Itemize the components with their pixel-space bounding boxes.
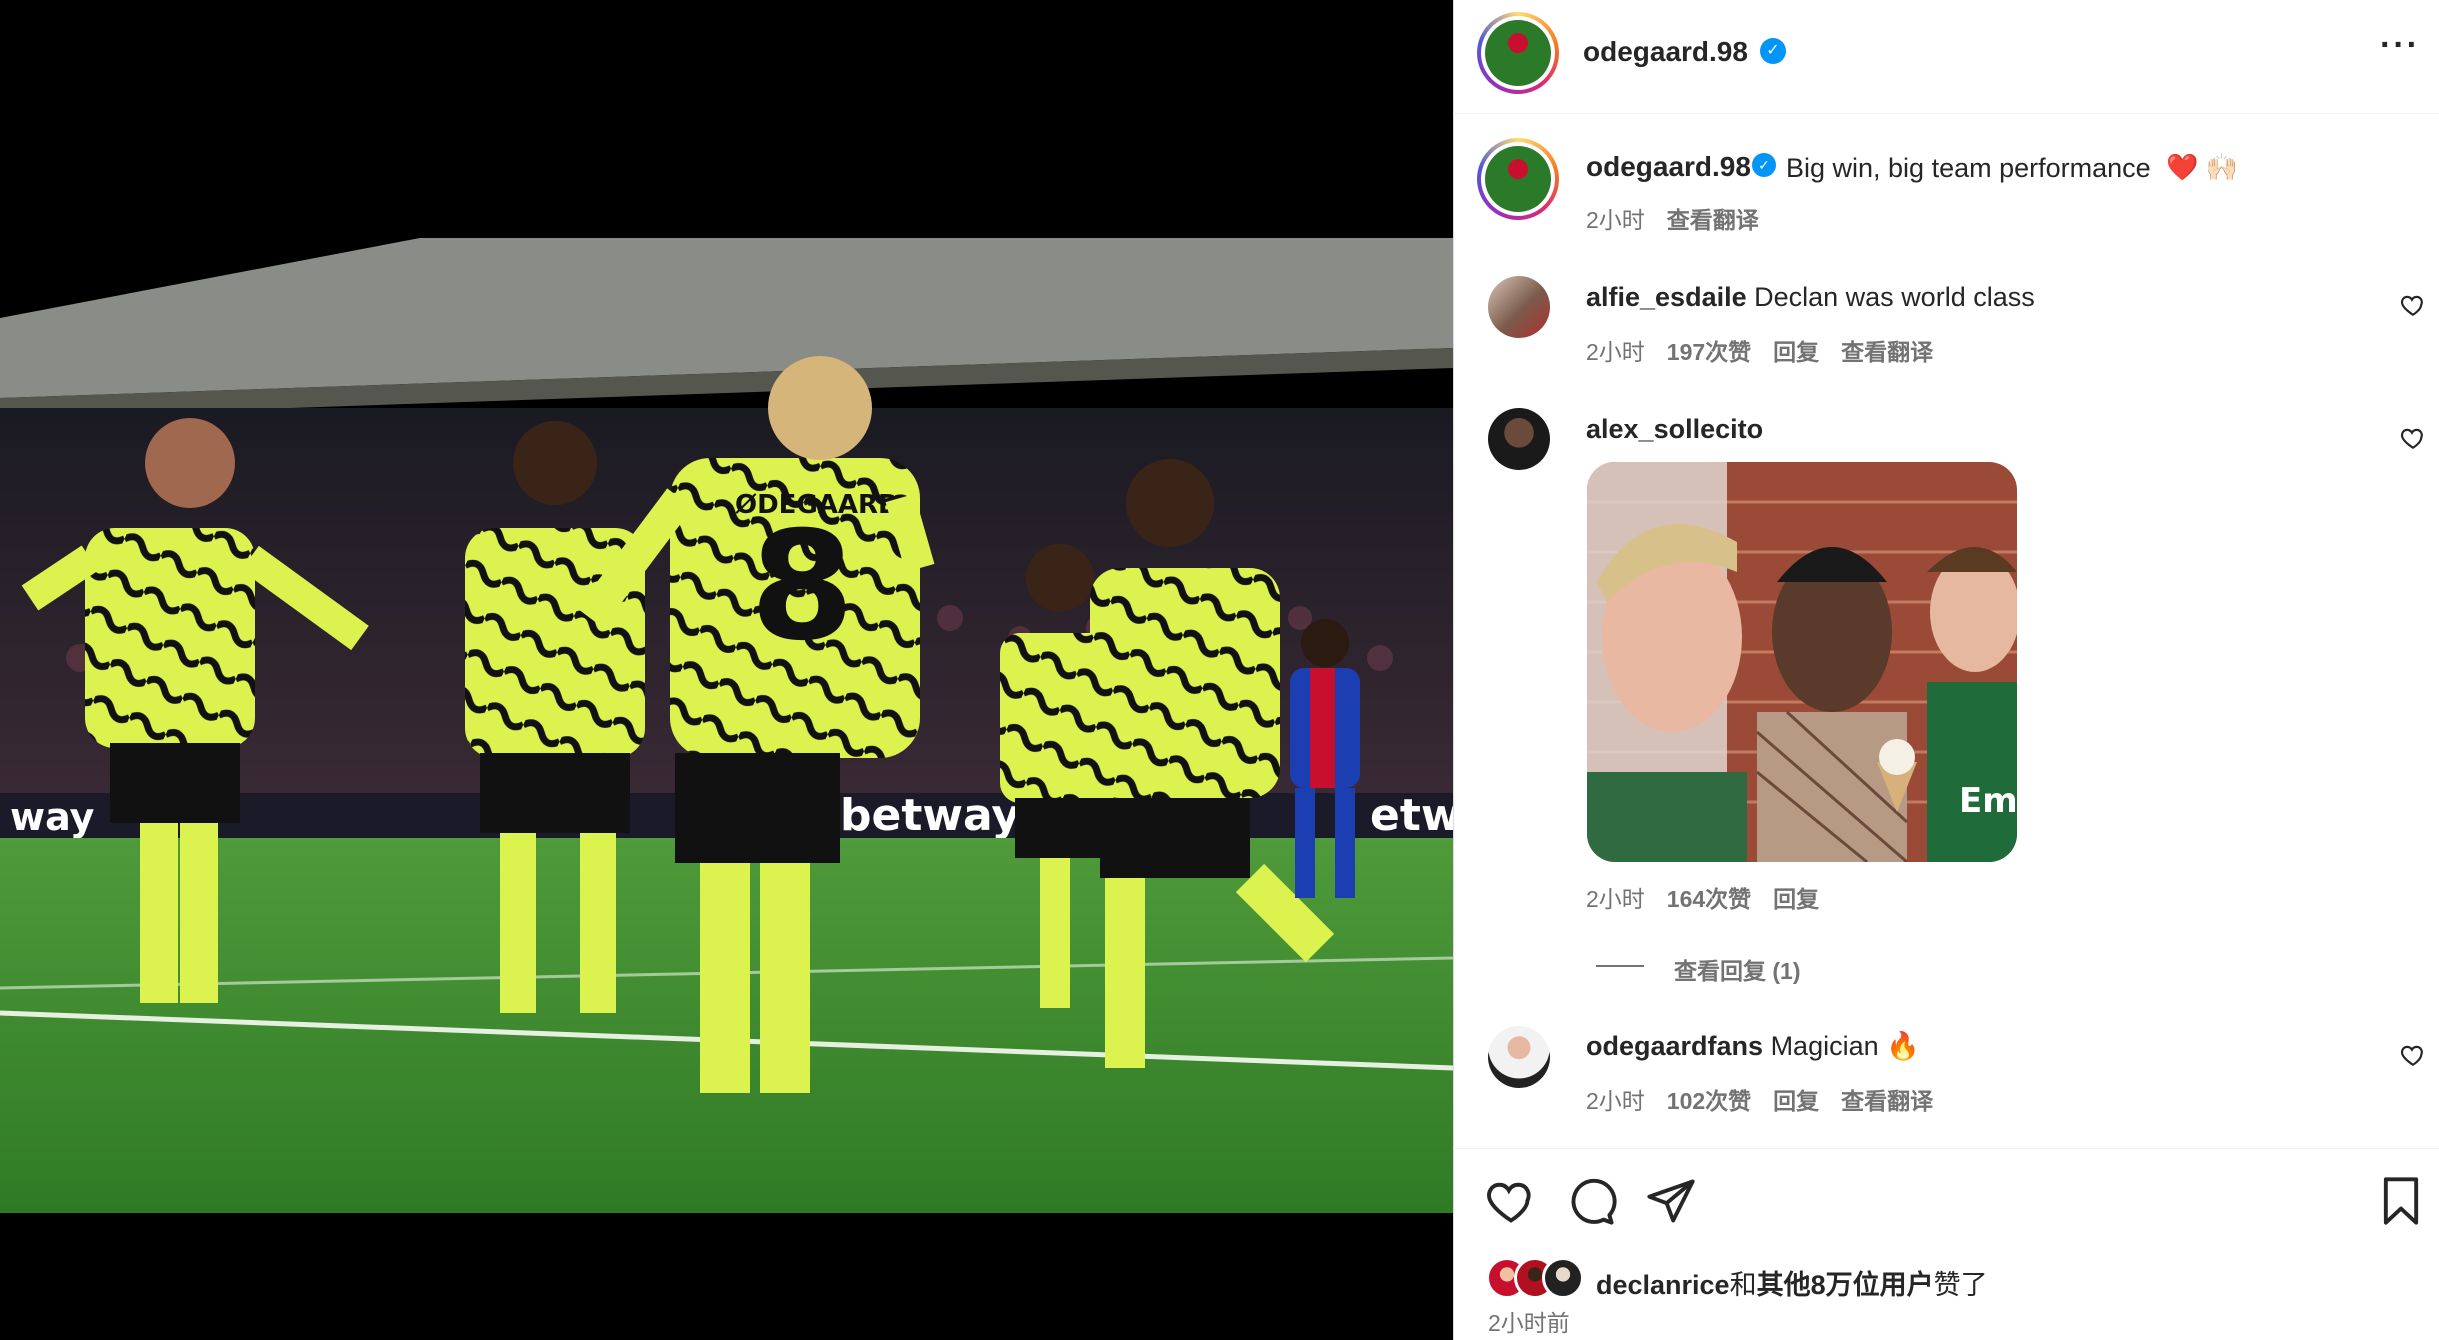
comment-time: 2小时 xyxy=(1586,339,1645,365)
heart-icon[interactable] xyxy=(2400,292,2426,318)
comment-image[interactable]: Em xyxy=(1587,462,2017,862)
comment-row: alex_sollecito xyxy=(1586,414,1763,445)
comment-username[interactable]: alex_sollecito xyxy=(1586,414,1763,444)
liked-by-avatars[interactable] xyxy=(1486,1257,1586,1299)
view-replies-line xyxy=(1596,965,1644,967)
header-divider xyxy=(1453,113,2439,114)
commenter-avatar[interactable] xyxy=(1488,276,1550,338)
svg-text:Em: Em xyxy=(1959,781,2017,821)
svg-text:way: way xyxy=(10,795,95,839)
commenter-avatar[interactable] xyxy=(1488,408,1550,470)
comment-row: alfie_esdaile Declan was world class xyxy=(1586,282,2035,313)
commenter-avatar[interactable] xyxy=(1488,1026,1550,1088)
reply-button[interactable]: 回复 xyxy=(1773,1088,1819,1114)
comment-icon[interactable] xyxy=(1565,1175,1617,1227)
heart-icon[interactable] xyxy=(2400,1042,2426,1068)
share-icon[interactable] xyxy=(1645,1175,1697,1227)
comment-text: Declan was world class xyxy=(1754,282,2035,312)
liked-by-summary: declanrice和其他8万位用户赞了 xyxy=(1596,1263,1988,1302)
comment-time: 2小时 xyxy=(1586,886,1645,912)
liked-by-others[interactable]: 其他8万位用户 xyxy=(1757,1270,1934,1300)
liked-by-user[interactable]: declanrice xyxy=(1596,1270,1730,1300)
svg-text:ØDEGAARD: ØDEGAARD xyxy=(735,490,900,520)
comment-emoji: 🔥 xyxy=(1886,1031,1920,1061)
comment-username[interactable]: alfie_esdaile xyxy=(1586,282,1747,312)
caption-emoji: ❤️ 🙌🏻 xyxy=(2166,152,2238,182)
reply-button[interactable]: 回复 xyxy=(1773,339,1819,365)
svg-text:betway: betway xyxy=(840,790,1020,841)
see-translation-link[interactable]: 查看翻译 xyxy=(1841,1088,1933,1114)
author-username[interactable]: odegaard.98 xyxy=(1583,36,1748,68)
comment-likes[interactable]: 102次赞 xyxy=(1667,1088,1751,1114)
comment-meta: 2小时 164次赞 回复 xyxy=(1586,880,1819,914)
author-avatar[interactable] xyxy=(1477,12,1559,94)
comment-time: 2小时 xyxy=(1586,1088,1645,1114)
svg-text:etwa: etwa xyxy=(1370,790,1453,841)
footer-divider xyxy=(1453,1148,2439,1149)
verified-badge-icon: ✓ xyxy=(1760,38,1786,64)
more-horizontal-icon[interactable]: ··· xyxy=(2380,26,2420,65)
post-timestamp: 2小时前 xyxy=(1488,1310,1570,1336)
comment-text: Magician xyxy=(1770,1031,1879,1061)
comment-username[interactable]: odegaardfans xyxy=(1586,1031,1763,1061)
comment-meta: 2小时 102次赞 回复 查看翻译 xyxy=(1586,1082,1933,1116)
avatar xyxy=(1542,1257,1584,1299)
caption-text: Big win, big team performance xyxy=(1786,153,2151,183)
comment-row: odegaardfans Magician 🔥 xyxy=(1586,1030,1920,1062)
heart-icon[interactable] xyxy=(2400,425,2426,451)
liked-by-suffix: 赞了 xyxy=(1933,1270,1988,1300)
verified-badge-icon: ✓ xyxy=(1752,153,1776,177)
comment-meta: 2小时 197次赞 回复 查看翻译 xyxy=(1586,333,1933,367)
view-replies-button[interactable]: 查看回复 (1) xyxy=(1674,952,1801,986)
comment-likes[interactable]: 197次赞 xyxy=(1667,339,1751,365)
liked-by-connector: 和 xyxy=(1729,1270,1757,1300)
bookmark-icon[interactable] xyxy=(2375,1175,2427,1227)
caption-time: 2小时 xyxy=(1586,207,1645,233)
comment-likes[interactable]: 164次赞 xyxy=(1667,886,1751,912)
svg-text:8: 8 xyxy=(750,500,854,674)
post-media[interactable]: betway way etwa xyxy=(0,0,1453,1340)
caption-avatar[interactable] xyxy=(1477,138,1559,220)
heart-icon[interactable] xyxy=(1485,1175,1537,1227)
post-photo: betway way etwa xyxy=(0,238,1453,1213)
caption-username[interactable]: odegaard.98 xyxy=(1586,151,1751,183)
see-translation-link[interactable]: 查看翻译 xyxy=(1667,207,1759,233)
see-translation-link[interactable]: 查看翻译 xyxy=(1841,339,1933,365)
reply-button[interactable]: 回复 xyxy=(1773,886,1819,912)
caption-meta: 2小时 查看翻译 xyxy=(1586,201,1759,235)
